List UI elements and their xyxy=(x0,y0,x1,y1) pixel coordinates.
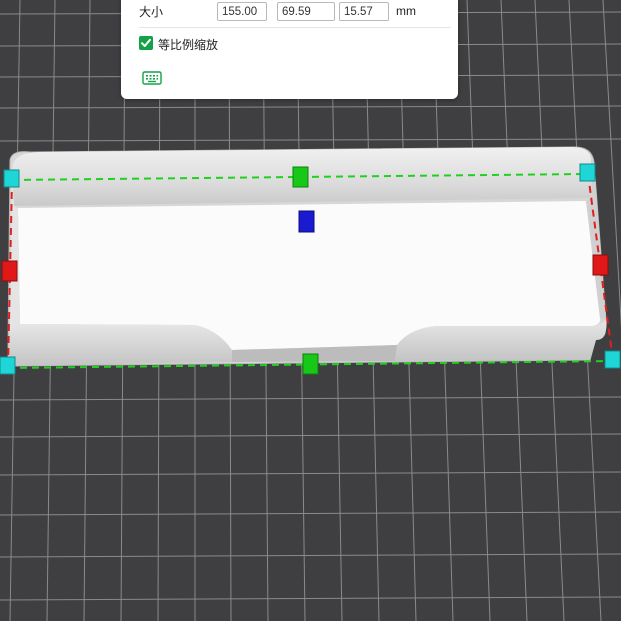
x-handle-right xyxy=(592,254,609,276)
divider xyxy=(139,27,451,28)
tray-front-lip-left xyxy=(8,324,232,366)
corner-handle-top-left xyxy=(3,169,20,188)
scale-panel: 大小 155.00 69.59 15.57 mm 等比例缩放 xyxy=(121,0,458,99)
checkmark-icon xyxy=(141,38,151,47)
y-handle-bottom xyxy=(302,353,319,375)
uniform-scale-checkbox[interactable] xyxy=(139,36,153,50)
corner-handle-bottom-left xyxy=(0,356,16,375)
size-label: 大小 xyxy=(139,5,164,19)
corner-handle-bottom-right xyxy=(604,350,621,369)
z-handle xyxy=(298,210,315,233)
unit-label: mm xyxy=(396,4,416,18)
keyboard-icon xyxy=(142,71,162,85)
x-handle-left xyxy=(1,260,18,282)
size-z-input[interactable]: 15.57 xyxy=(339,2,389,21)
uniform-scale-label: 等比例缩放 xyxy=(158,38,219,52)
keyboard-button[interactable] xyxy=(142,70,162,85)
corner-handle-top-right xyxy=(579,163,596,182)
y-handle-top xyxy=(292,166,309,188)
size-x-input[interactable]: 155.00 xyxy=(217,2,267,21)
size-y-input[interactable]: 69.59 xyxy=(277,2,335,21)
